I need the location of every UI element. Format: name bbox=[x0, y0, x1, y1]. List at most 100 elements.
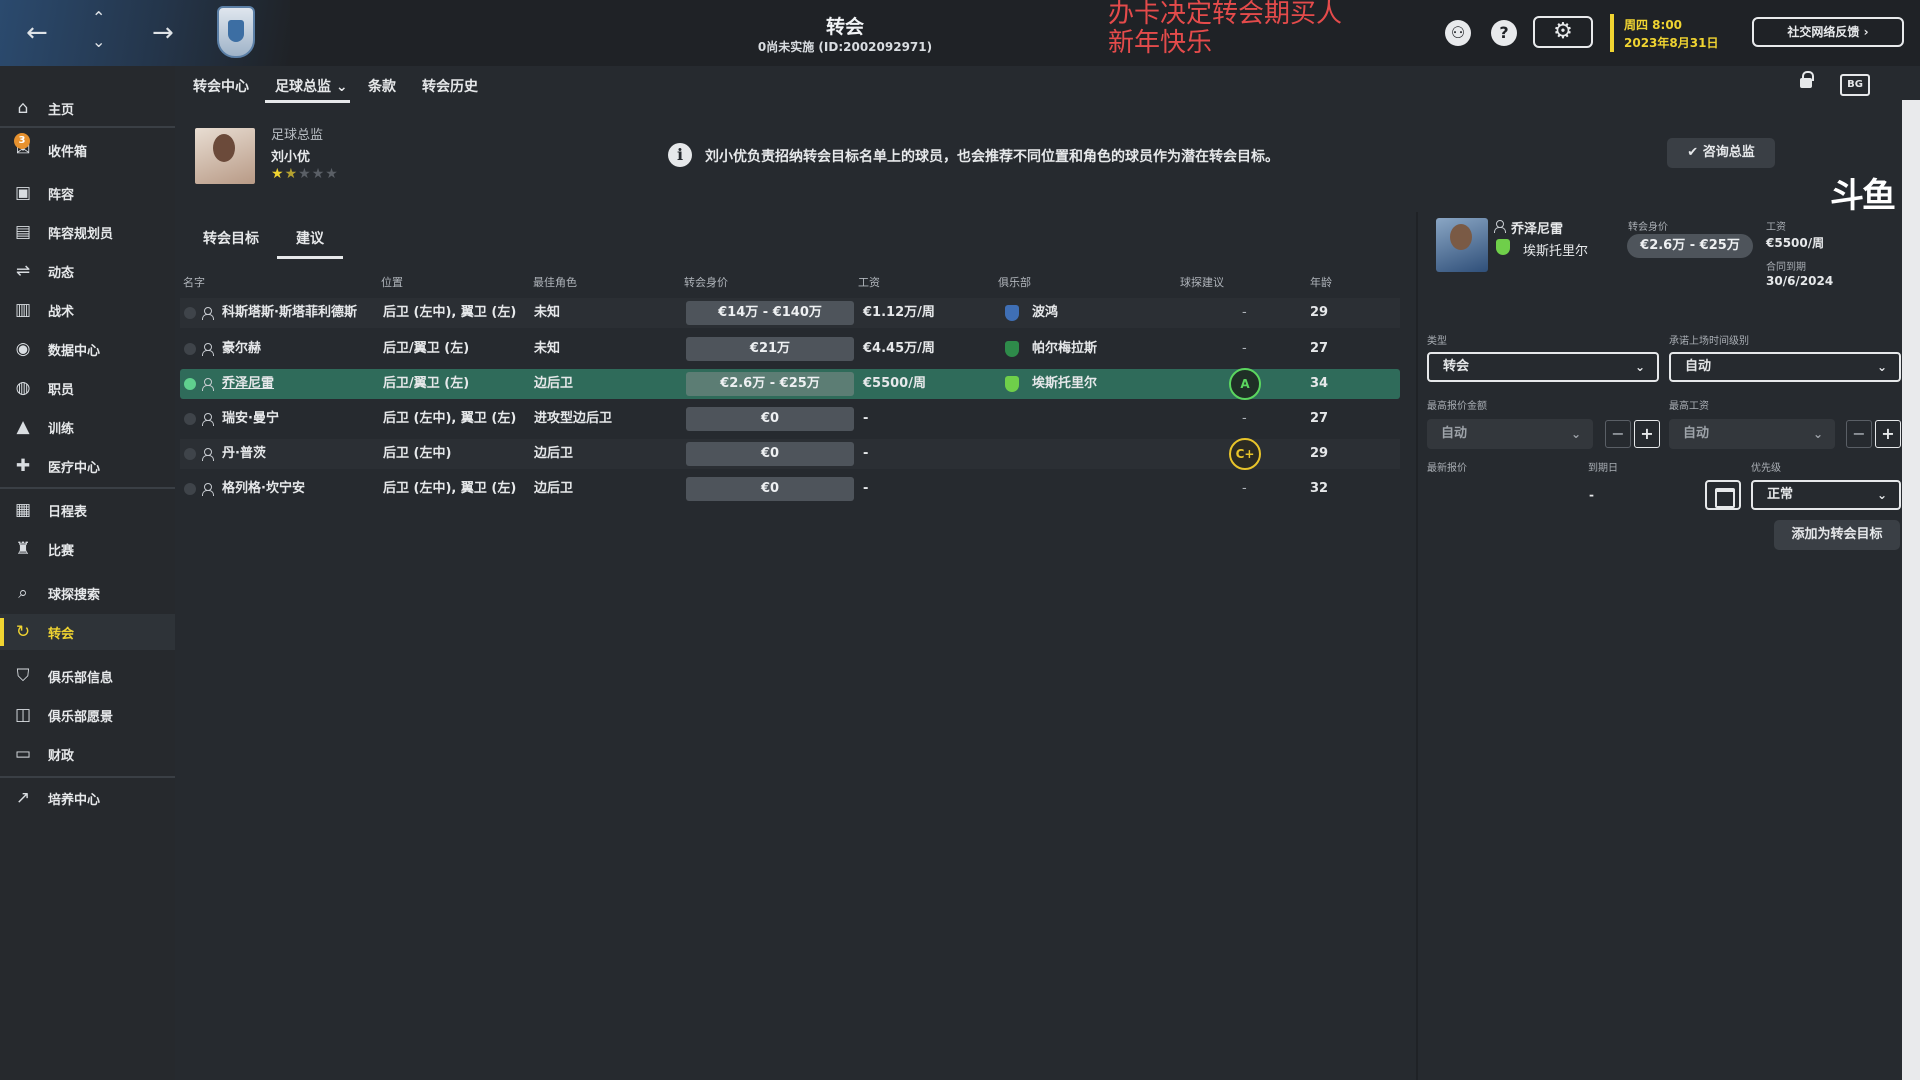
player-club[interactable]: 埃斯托里尔 bbox=[1523, 240, 1588, 259]
social-feedback-button[interactable]: 社交网络反馈 › bbox=[1752, 17, 1904, 47]
table-row[interactable]: 格列格·坎宁安 后卫 (左中), 翼卫 (左) 边后卫 €0- -32 bbox=[180, 474, 1400, 504]
sidebar-item-clipboard[interactable]: ▤ 阵容规划员 bbox=[0, 214, 175, 250]
col-header-age[interactable]: 年龄 bbox=[1310, 274, 1332, 290]
sidebar-item-shield[interactable]: ⛉ 俱乐部信息 bbox=[0, 658, 175, 694]
playtime-dropdown[interactable]: 自动 ⌄ bbox=[1669, 352, 1901, 382]
table-row[interactable]: 丹·普茨 后卫 (左中) 边后卫 €0- C+ 29 bbox=[180, 438, 1400, 470]
sidebar-item-development[interactable]: ↗ 培养中心 bbox=[0, 780, 175, 816]
fee-value: €2.6万 - €25万 bbox=[1627, 234, 1753, 258]
forward-arrow-icon[interactable]: → bbox=[152, 20, 174, 46]
tab-transfer-targets[interactable]: 转会目标 bbox=[203, 228, 259, 248]
sidebar-item-medical[interactable]: ✚ 医疗中心 bbox=[0, 448, 175, 484]
row-select-checkbox[interactable] bbox=[184, 378, 196, 390]
player-name-cell[interactable]: 乔泽尼雷 bbox=[222, 369, 274, 399]
sidebar-item-home[interactable]: ⌂ 主页 bbox=[0, 90, 175, 126]
playtime-value: 自动 bbox=[1685, 359, 1712, 374]
col-header-club[interactable]: 俱乐部 bbox=[998, 274, 1031, 290]
col-header-wage[interactable]: 工资 bbox=[858, 274, 880, 290]
sidebar-item-training[interactable]: ▲ 训练 bbox=[0, 409, 175, 445]
shirt-icon: ▣ bbox=[14, 183, 32, 203]
lock-icon[interactable] bbox=[1800, 71, 1814, 88]
add-transfer-target-button[interactable]: 添加为转会目标 bbox=[1774, 520, 1900, 550]
sidebar-item-tactics[interactable]: ▥ 战术 bbox=[0, 292, 175, 328]
club-badge-icon[interactable] bbox=[217, 6, 255, 58]
position-cell: 后卫 (左中), 翼卫 (左) bbox=[383, 411, 517, 426]
star-empty-icon: ★ bbox=[325, 166, 339, 182]
col-header-position[interactable]: 位置 bbox=[381, 274, 403, 290]
max-bid-plus-button[interactable]: + bbox=[1634, 420, 1660, 448]
chevron-down-icon: ⌄ bbox=[1876, 360, 1887, 374]
max-wage-dropdown[interactable]: 自动 ⌄ bbox=[1669, 419, 1835, 449]
table-row[interactable]: 科斯塔斯·斯塔菲利德斯 后卫 (左中), 翼卫 (左) 未知 €14万 - €140万… bbox=[180, 298, 1400, 328]
max-wage-minus-button[interactable]: − bbox=[1846, 420, 1872, 448]
background-toggle-icon[interactable]: BG bbox=[1840, 74, 1870, 96]
consult-director-button[interactable]: ✔ 咨询总监 bbox=[1667, 138, 1775, 168]
overlay-line-1: 办卡决定转会期买人 bbox=[1108, 0, 1343, 29]
max-bid-minus-button[interactable]: − bbox=[1605, 420, 1631, 448]
subnav-director[interactable]: 足球总监 ⌄ bbox=[275, 76, 348, 96]
role-cell: 边后卫 bbox=[534, 446, 574, 461]
player-name-cell[interactable]: 豪尔赫 bbox=[222, 334, 261, 364]
player-name[interactable]: 乔泽尼雷 bbox=[1511, 218, 1563, 237]
club-cell[interactable]: 埃斯托里尔 bbox=[1032, 369, 1097, 399]
sidebar-item-vision[interactable]: ◫ 俱乐部愿景 bbox=[0, 697, 175, 733]
max-wage-plus-button[interactable]: + bbox=[1875, 420, 1901, 448]
col-header-name[interactable]: 名字 bbox=[183, 274, 205, 290]
current-date[interactable]: 2023年8月31日 bbox=[1624, 34, 1718, 51]
priority-dropdown[interactable]: 正常 ⌄ bbox=[1751, 480, 1901, 510]
calendar-icon[interactable] bbox=[1705, 480, 1741, 510]
tab-suggestions[interactable]: 建议 bbox=[296, 228, 324, 248]
director-name[interactable]: 刘小优 bbox=[271, 146, 310, 165]
player-name-cell[interactable]: 格列格·坎宁安 bbox=[222, 474, 305, 504]
sidebar-item-data[interactable]: ◉ 数据中心 bbox=[0, 331, 175, 367]
down-chevron-icon[interactable]: ⌄ bbox=[92, 34, 105, 50]
sidebar-item-shirt[interactable]: ▣ 阵容 bbox=[0, 175, 175, 211]
table-row[interactable]: 乔泽尼雷 后卫/翼卫 (左) 边后卫 €2.6万 - €25万 €5500/周 埃斯托里尔… bbox=[180, 368, 1400, 400]
sidebar-item-inbox[interactable]: ✉ 3 收件箱 bbox=[0, 132, 175, 168]
sidebar-item-calendar[interactable]: ▦ 日程表 bbox=[0, 492, 175, 528]
club-cell[interactable]: 帕尔梅拉斯 bbox=[1032, 334, 1097, 364]
type-dropdown[interactable]: 转会 ⌄ bbox=[1427, 352, 1659, 382]
brain-icon[interactable]: ⚇ bbox=[1445, 20, 1471, 46]
col-header-role[interactable]: 最佳角色 bbox=[533, 274, 577, 290]
subnav-clauses[interactable]: 条款 bbox=[368, 76, 396, 96]
sidebar-item-search[interactable]: ⌕ 球探搜索 bbox=[0, 575, 175, 611]
player-avatar[interactable] bbox=[1436, 218, 1488, 272]
sidebar-item-staff[interactable]: ◍ 职员 bbox=[0, 370, 175, 406]
row-select-checkbox[interactable] bbox=[184, 413, 196, 425]
sidebar-item-dynamics[interactable]: ⇌ 动态 bbox=[0, 253, 175, 289]
col-header-scout[interactable]: 球探建议 bbox=[1180, 274, 1224, 290]
scout-cell: - bbox=[1242, 305, 1247, 320]
max-bid-dropdown[interactable]: 自动 ⌄ bbox=[1427, 419, 1593, 449]
settings-button[interactable]: ⚙ bbox=[1533, 16, 1593, 48]
table-row[interactable]: 豪尔赫 后卫/翼卫 (左) 未知 €21万 €4.45万/周 帕尔梅拉斯 - 27 bbox=[180, 334, 1400, 364]
up-chevron-icon[interactable]: ⌃ bbox=[92, 10, 105, 26]
person-icon bbox=[202, 413, 214, 426]
club-cell[interactable]: 波鸿 bbox=[1032, 298, 1058, 328]
row-select-checkbox[interactable] bbox=[184, 448, 196, 460]
wage-cell: €5500/周 bbox=[863, 376, 926, 391]
col-header-fee[interactable]: 转会身价 bbox=[684, 274, 728, 290]
row-select-checkbox[interactable] bbox=[184, 343, 196, 355]
subnav-transfer-center[interactable]: 转会中心 bbox=[193, 76, 249, 96]
table-row[interactable]: 瑞安·曼宁 后卫 (左中), 翼卫 (左) 进攻型边后卫 €0- -27 bbox=[180, 404, 1400, 434]
role-cell: 边后卫 bbox=[534, 376, 574, 391]
help-icon[interactable]: ? bbox=[1491, 20, 1517, 46]
fee-cell: €21万 bbox=[686, 337, 854, 361]
subnav-transfer-history[interactable]: 转会历史 bbox=[422, 76, 478, 96]
fee-cell: €14万 - €140万 bbox=[686, 301, 854, 325]
sidebar-item-finance[interactable]: ▭ 财政 bbox=[0, 736, 175, 772]
data-icon: ◉ bbox=[15, 339, 31, 359]
sidebar-item-transfer[interactable]: ↻ 转会 bbox=[0, 614, 175, 650]
player-name-cell[interactable]: 丹·普茨 bbox=[222, 439, 266, 469]
director-avatar[interactable] bbox=[195, 128, 255, 184]
row-select-checkbox[interactable] bbox=[184, 307, 196, 319]
player-name-cell[interactable]: 科斯塔斯·斯塔菲利德斯 bbox=[222, 298, 357, 328]
scout-grade-badge[interactable]: C+ bbox=[1229, 438, 1261, 470]
scout-grade-badge[interactable]: A bbox=[1229, 368, 1261, 400]
position-cell: 后卫/翼卫 (左) bbox=[383, 341, 470, 356]
player-name-cell[interactable]: 瑞安·曼宁 bbox=[222, 404, 279, 434]
sidebar-item-trophy[interactable]: ♜ 比赛 bbox=[0, 531, 175, 567]
back-arrow-icon[interactable]: ← bbox=[26, 20, 48, 46]
row-select-checkbox[interactable] bbox=[184, 483, 196, 495]
